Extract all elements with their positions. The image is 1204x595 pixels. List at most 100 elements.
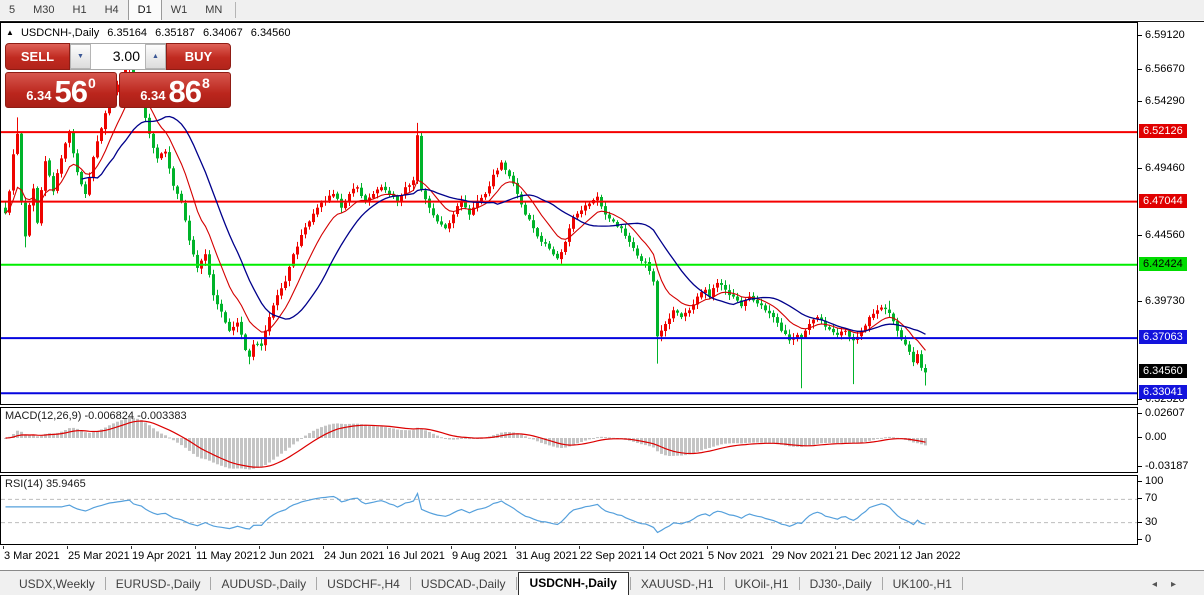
date-tick xyxy=(67,546,68,549)
date-tick xyxy=(195,546,196,549)
buy-price-big-figure: 6.34 xyxy=(140,88,166,103)
date-tick xyxy=(707,546,708,549)
tab-separator xyxy=(961,577,963,590)
date-label: 21 Dec 2021 xyxy=(836,550,899,562)
axis-tick-label: 6.59120 xyxy=(1138,28,1185,42)
timeframe-button-h4[interactable]: H4 xyxy=(96,0,128,20)
tab-separator xyxy=(210,577,212,590)
tab-separator xyxy=(629,577,631,590)
volume-decrease-icon[interactable]: ▼ xyxy=(70,44,91,69)
date-label: 9 Aug 2021 xyxy=(452,550,508,562)
buy-price-pips: 86 xyxy=(168,74,202,109)
axis-price-tag: 6.34560 xyxy=(1139,364,1187,378)
rsi-panel[interactable]: RSI(14) 35.9465 xyxy=(0,475,1138,545)
date-tick xyxy=(515,546,516,549)
main-chart-panel[interactable]: ▲ USDCNH-,Daily 6.35164 6.35187 6.34067 … xyxy=(0,22,1138,405)
tab-scroll-arrows[interactable]: ◂▸ xyxy=(1152,579,1190,590)
date-label: 31 Aug 2021 xyxy=(516,550,578,562)
date-tick xyxy=(259,546,260,549)
tab-separator xyxy=(723,577,725,590)
date-label: 22 Sep 2021 xyxy=(580,550,643,562)
tab-separator xyxy=(515,577,517,590)
sell-price-point: 0 xyxy=(88,75,96,91)
one-click-trade-panel: SELL ▼ 3.00 ▲ BUY 6.34 56 0 6.34 86 8 xyxy=(5,43,231,108)
timeframe-button-d1[interactable]: D1 xyxy=(127,0,162,20)
ohlc-open: 6.35164 xyxy=(107,27,148,39)
axis-tick-label: 0.02607 xyxy=(1138,406,1185,420)
date-tick xyxy=(771,546,772,549)
symbol-title: USDCNH-,Daily xyxy=(20,27,100,39)
date-label: 2 Jun 2021 xyxy=(260,550,315,562)
volume-input[interactable]: 3.00 xyxy=(91,44,145,69)
timeframe-button-w1[interactable]: W1 xyxy=(162,0,197,20)
date-tick xyxy=(899,546,900,549)
axis-tick-label: 0.00 xyxy=(1138,430,1166,444)
macd-label: MACD(12,26,9) -0.006824 -0.003383 xyxy=(5,410,187,422)
price-axis[interactable]: 6.59120 6.56670 6.54290 6.49460 6.44560 6.397… xyxy=(1138,22,1204,569)
axis-price-tag: 6.52126 xyxy=(1139,124,1187,138)
timeframe-button-mn[interactable]: MN xyxy=(196,0,231,20)
collapse-arrow-icon[interactable]: ▲ xyxy=(6,28,14,37)
chart-tab-eurusd-daily[interactable]: EURUSD-,Daily xyxy=(107,574,210,595)
date-tick xyxy=(131,546,132,549)
timeframe-button-m30[interactable]: M30 xyxy=(24,0,63,20)
trading-terminal: 5 M30 H1 H4 D1 W1 MN ▲ USDCNH-,Daily 6.35164 6… xyxy=(0,0,1204,595)
axis-tick-label: 70 xyxy=(1138,491,1157,505)
toolbar-separator xyxy=(235,2,237,18)
ohlc-high: 6.35187 xyxy=(155,27,195,39)
sell-price-big-figure: 6.34 xyxy=(26,88,52,103)
chart-tab-usdcnh-daily[interactable]: USDCNH-,Daily xyxy=(517,572,629,595)
chart-tab-usdcad-daily[interactable]: USDCAD-,Daily xyxy=(412,574,515,595)
date-tick xyxy=(643,546,644,549)
volume-increase-icon[interactable]: ▲ xyxy=(145,44,166,69)
date-label: 5 Nov 2021 xyxy=(708,550,765,562)
date-tick xyxy=(387,546,388,549)
tab-separator xyxy=(316,577,318,590)
axis-price-tag: 6.37063 xyxy=(1139,330,1187,344)
chart-tab-dj30-daily[interactable]: DJ30-,Daily xyxy=(801,574,881,595)
sell-button[interactable]: SELL xyxy=(5,43,70,70)
date-axis[interactable]: 3 Mar 2021 25 Mar 2021 19 Apr 2021 11 May 2… xyxy=(0,546,1138,568)
timeframe-button-h1[interactable]: H1 xyxy=(64,0,96,20)
date-tick xyxy=(835,546,836,549)
macd-values: -0.006824 -0.003383 xyxy=(84,410,187,422)
timeframe-toolbar: 5 M30 H1 H4 D1 W1 MN xyxy=(0,0,1204,20)
axis-tick-label: 0 xyxy=(1138,532,1151,546)
chart-tab-uk100-h1[interactable]: UK100-,H1 xyxy=(884,574,961,595)
date-tick xyxy=(451,546,452,549)
date-label: 11 May 2021 xyxy=(196,550,259,562)
axis-tick-label: 100 xyxy=(1138,474,1163,488)
axis-tick-label: 30 xyxy=(1138,515,1157,529)
axis-price-tag: 6.33041 xyxy=(1139,385,1187,399)
macd-panel[interactable]: MACD(12,26,9) -0.006824 -0.003383 xyxy=(0,407,1138,473)
date-label: 3 Mar 2021 xyxy=(4,550,60,562)
date-tick xyxy=(323,546,324,549)
axis-tick-label: 6.39730 xyxy=(1138,294,1185,308)
chart-tab-audusd-daily[interactable]: AUDUSD-,Daily xyxy=(212,574,315,595)
chart-tab-usdx-weekly[interactable]: USDX,Weekly xyxy=(10,574,104,595)
date-label: 29 Nov 2021 xyxy=(772,550,835,562)
rsi-value: 35.9465 xyxy=(45,478,86,490)
buy-button[interactable]: BUY xyxy=(166,43,231,70)
date-label: 12 Jan 2022 xyxy=(900,550,961,562)
tab-separator xyxy=(409,577,411,590)
buy-price-box[interactable]: 6.34 86 8 xyxy=(119,72,231,108)
rsi-line-chart[interactable] xyxy=(1,476,1137,544)
date-label: 14 Oct 2021 xyxy=(644,550,704,562)
date-label: 19 Apr 2021 xyxy=(132,550,192,562)
macd-name: MACD(12,26,9) xyxy=(5,410,82,422)
ohlc-low: 6.34067 xyxy=(202,27,243,39)
date-tick xyxy=(579,546,580,549)
chart-tab-ukoil-h1[interactable]: UKOil-,H1 xyxy=(726,574,798,595)
timeframe-button-5[interactable]: 5 xyxy=(0,0,24,20)
sell-price-box[interactable]: 6.34 56 0 xyxy=(5,72,117,108)
rsi-name: RSI(14) xyxy=(5,478,43,490)
axis-price-tag: 6.42424 xyxy=(1139,257,1187,271)
axis-tick-label: 6.44560 xyxy=(1138,228,1185,242)
chart-tab-usdchf-h4[interactable]: USDCHF-,H4 xyxy=(318,574,409,595)
tab-separator xyxy=(881,577,883,590)
volume-spinner: ▼ 3.00 ▲ xyxy=(70,43,166,70)
chart-tab-xauusd-h1[interactable]: XAUUSD-,H1 xyxy=(632,574,723,595)
axis-tick-label: 6.54290 xyxy=(1138,94,1185,108)
date-label: 25 Mar 2021 xyxy=(68,550,130,562)
